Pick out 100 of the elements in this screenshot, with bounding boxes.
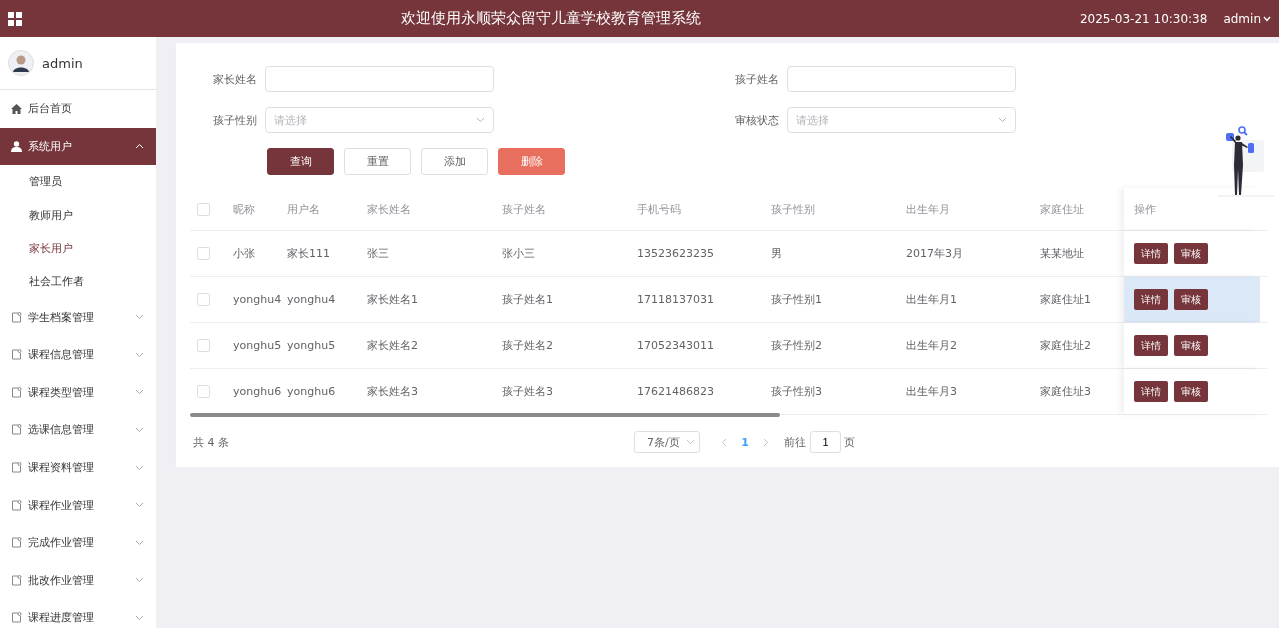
user-name: admin [42,55,83,71]
home-icon [11,103,22,114]
table-cell-text: 家庭住址3 [1039,384,1092,400]
date-time: 2025-03-21 10:30:38 [1079,11,1208,26]
table-cell-text: 孩子性别3 [770,384,823,400]
column-header: 孩子姓名 [501,201,547,218]
app-title: 欢迎使用永顺荣众留守儿童学校教育管理系统 [399,9,702,28]
chevron-down-icon [135,389,144,396]
table-cell-text: yonghu4 [286,292,337,308]
menu-item[interactable]: 课程资料管理 [0,448,156,487]
chevron-down-icon [135,426,144,433]
review-button[interactable]: 审核 [1174,289,1208,310]
column-header: 用户名 [286,201,321,218]
details-button[interactable]: 详情 [1134,243,1168,264]
column-header: 昵称 [232,201,256,218]
table-cell-text: 家长111 [286,246,331,262]
table-cell-text: yonghu6 [286,384,337,400]
review-button[interactable]: 审核 [1174,381,1208,402]
submenu-item[interactable]: 社会工作者 [0,265,156,299]
column-header: 孩子性别 [770,201,816,218]
scrollbar[interactable] [190,413,780,417]
page-input[interactable]: 1 [810,431,841,453]
chevron-down-icon [686,439,695,445]
column-header: 家长姓名 [366,201,412,218]
menu-item[interactable]: 课程类型管理 [0,373,156,412]
checkbox[interactable] [197,385,210,398]
user-menu[interactable]: admin [1223,11,1271,26]
table-cell-text: 家长姓名2 [366,338,419,354]
table-cell-text: yonghu4 [232,292,279,308]
submenu-item[interactable]: 家长用户 [0,231,156,266]
chevron-down-icon [135,314,144,321]
document-icon [11,386,22,398]
grid-menu-icon[interactable] [8,11,22,26]
chevron-down-icon [135,502,144,509]
action-button[interactable]: 添加 [421,148,488,175]
details-button[interactable]: 详情 [1134,289,1168,310]
field-label: 孩子性别 [212,112,258,128]
table-cell-text: 孩子姓名2 [501,338,554,354]
jump-label: 前往 [784,434,806,450]
table-cell-text: 孩子性别1 [770,292,823,308]
menu-item[interactable]: 选课信息管理 [0,411,156,449]
field-label: 家长姓名 [212,71,258,87]
checkbox[interactable] [197,247,210,260]
table-cell-text: 出生年月3 [905,384,958,400]
chevron-down-icon [476,117,485,123]
review-button[interactable]: 审核 [1174,243,1208,264]
table-cell-text: 孩子性别2 [770,338,823,354]
menu-item[interactable]: 后台首页 [0,90,156,128]
document-icon [11,499,22,511]
input-field[interactable] [265,66,494,92]
table-cell-text: 17621486823 [636,384,715,400]
submenu-item[interactable]: 管理员 [0,165,156,199]
user-icon [11,140,22,152]
table-cell-text: 17118137031 [636,292,715,308]
table-cell-text: 13523623235 [636,246,715,262]
search-button[interactable]: 查询 [267,148,334,175]
checkbox[interactable] [197,339,210,352]
document-icon [11,424,22,436]
column-header: 操作 [1134,201,1156,217]
page-size-select[interactable]: 7条/页 [634,431,700,453]
menu-item[interactable]: 完成作业管理 [0,523,156,562]
table-cell-text: 男 [770,246,783,262]
field-label: 孩子姓名 [734,71,780,87]
table-cell-text: yonghu5 [232,338,279,354]
document-icon [11,537,22,549]
input-field[interactable] [787,66,1016,92]
total-count: 共 4 条 [192,434,230,450]
table-cell-text: 张小三 [501,246,536,262]
column-header: 出生年月 [905,201,951,218]
page-suffix: 页 [844,434,855,450]
details-button[interactable]: 详情 [1134,381,1168,402]
menu-item[interactable]: 课程作业管理 [0,486,156,524]
table-cell-text: 孩子姓名1 [501,292,554,308]
column-header: 手机号码 [636,201,682,218]
menu-item[interactable]: 课程信息管理 [0,335,156,374]
caret-icon [1263,15,1271,22]
details-button[interactable]: 详情 [1134,335,1168,356]
table-cell-text: 出生年月2 [905,338,958,354]
table-cell-text: yonghu6 [232,384,279,400]
chevron-down-icon [135,464,144,471]
checkbox[interactable] [197,202,210,216]
menu-item[interactable]: 学生档案管理 [0,298,156,336]
submenu-item[interactable]: 教师用户 [0,198,156,232]
table-cell-text: 家长姓名3 [366,384,419,400]
review-button[interactable]: 审核 [1174,335,1208,356]
chevron-down-icon [998,117,1007,123]
avatar-icon [8,50,34,76]
checkbox[interactable] [197,293,210,306]
menu-item[interactable]: 课程进度管理 [0,599,156,628]
table-cell-text: yonghu5 [286,338,337,354]
table-cell-text: 2017年3月 [905,246,964,262]
menu-item[interactable]: 批改作业管理 [0,561,156,600]
chevron-up-icon [135,143,144,150]
table-cell-text: 家庭住址1 [1039,292,1092,308]
action-button[interactable]: 重置 [344,148,411,175]
menu-item[interactable]: 系统用户 [0,127,156,166]
chevron-down-icon [135,614,144,621]
chevron-down-icon [135,539,144,546]
table-cell-text: 17052343011 [636,338,715,354]
document-icon [11,462,22,474]
